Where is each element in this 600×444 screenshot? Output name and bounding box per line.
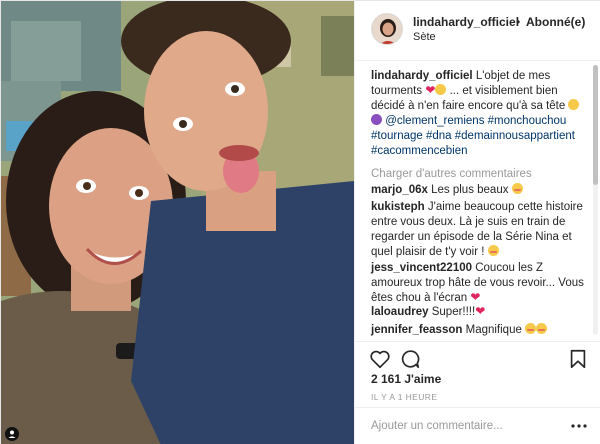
side-panel: lindahardy_officiel • Abonné(e) Sète lin…: [354, 1, 600, 444]
three-dots-icon[interactable]: [570, 418, 588, 434]
comment-item: marjo_06x Les plus beaux: [371, 183, 593, 198]
caption: lindahardy_officiel L'objet de mes tourm…: [371, 69, 591, 159]
user-tag-icon[interactable]: [5, 427, 19, 441]
heart-eyes-emoji: [536, 323, 548, 334]
heart-emoji: ❤: [425, 83, 436, 97]
smile-emoji: [568, 99, 580, 110]
follow-status-button[interactable]: Abonné(e): [526, 15, 585, 29]
load-more-comments-link[interactable]: Charger d'autres commentaires: [371, 168, 532, 180]
comment-item: jennifer_feasson Magnifique: [371, 323, 593, 338]
devil-emoji: [371, 114, 382, 125]
post-header: lindahardy_officiel • Abonné(e) Sète: [355, 1, 600, 61]
speech-bubble-icon[interactable]: [399, 348, 421, 370]
bookmark-icon[interactable]: [567, 348, 589, 370]
header-separator: •: [516, 15, 521, 29]
likes-count[interactable]: 2 161 J'aime: [371, 372, 441, 386]
comment-text: Magnifique: [465, 324, 522, 336]
location-link[interactable]: Sète: [413, 31, 436, 43]
comments-scrollbar-thumb[interactable]: [593, 65, 598, 185]
add-comment-bar: [355, 407, 600, 444]
comment-text: Les plus beaux: [431, 184, 509, 196]
comments-section[interactable]: lindahardy_officiel L'objet de mes tourm…: [355, 61, 600, 341]
instagram-post: lindahardy_officiel • Abonné(e) Sète lin…: [0, 0, 600, 444]
grimace-emoji: [435, 84, 447, 95]
selfie-image: [1, 1, 354, 444]
comment-text: Super!!!!: [431, 306, 476, 318]
action-bar: [355, 341, 600, 375]
comment-username[interactable]: laloaudrey: [371, 306, 429, 318]
add-comment-input[interactable]: [371, 416, 561, 436]
comment-username[interactable]: marjo_06x: [371, 184, 428, 196]
post-photo[interactable]: [1, 1, 354, 444]
heart-emoji: ❤: [470, 290, 481, 304]
comment-item: laloaudrey Super!!!!❤: [371, 305, 593, 320]
caption-username[interactable]: lindahardy_officiel: [371, 70, 473, 82]
comment-username[interactable]: jess_vincent22100: [371, 262, 472, 274]
blowing-kiss-emoji: [487, 245, 499, 256]
comment-item: kukisteph J'aime beaucoup cette histoire…: [371, 200, 593, 260]
caption-mention[interactable]: @clement_remiens: [385, 115, 484, 127]
comment-username[interactable]: kukisteph: [371, 201, 425, 213]
comment-username[interactable]: jennifer_feasson: [371, 324, 462, 336]
post-timestamp: IL Y A 1 HEURE: [371, 392, 438, 402]
avatar[interactable]: [371, 13, 403, 45]
heart-outline-icon[interactable]: [369, 348, 391, 370]
comment-item: jess_vincent22100 Coucou les Z amoureux …: [371, 261, 593, 306]
header-username[interactable]: lindahardy_officiel: [413, 15, 519, 29]
heart-eyes-emoji: [525, 323, 537, 334]
heart-emoji: ❤: [475, 304, 486, 318]
heart-eyes-emoji: [511, 183, 523, 194]
